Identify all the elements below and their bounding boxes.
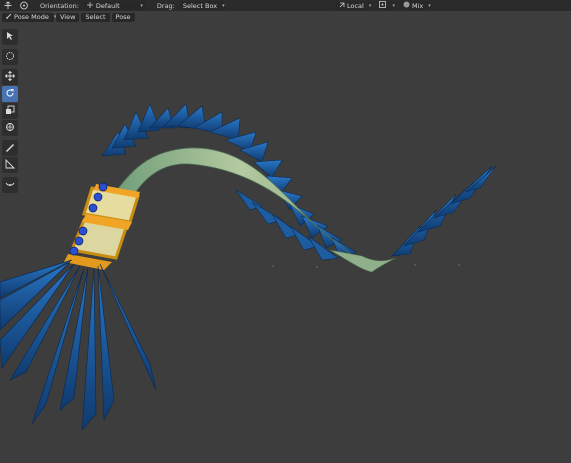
pivot-value: Local (347, 1, 364, 10)
snap-dropdown[interactable]: ▾ (377, 1, 397, 10)
tail-feathers (0, 259, 157, 432)
measure-icon (5, 158, 16, 171)
snap-icon (379, 1, 386, 10)
sub-header: Pose Mode ▾ View Select Pose (0, 12, 571, 22)
chevron-down-icon: ▾ (428, 2, 431, 9)
mix-icon (403, 1, 410, 10)
tool-rotate[interactable] (2, 86, 18, 102)
chevron-down-icon: ▾ (140, 2, 143, 9)
pivot-icon[interactable] (18, 1, 30, 10)
drag-dropdown[interactable]: Select Box ▾ (178, 1, 225, 10)
transform-orientation-icon[interactable] (2, 1, 14, 10)
menu-select[interactable]: Select (81, 12, 110, 22)
menu-view[interactable]: View (56, 12, 80, 22)
drag-label: Drag: (156, 1, 175, 10)
drag-value: Select Box (182, 1, 218, 10)
header-bar: Orientation: Default ▾ Drag: Select Box … (0, 0, 571, 11)
chevron-down-icon: ▾ (392, 2, 395, 9)
scale-icon (5, 105, 15, 117)
tool-move[interactable] (2, 69, 18, 85)
relax-icon (5, 179, 15, 191)
local-orientation-icon (339, 2, 345, 10)
tool-measure[interactable] (2, 157, 18, 173)
cursor-icon (5, 31, 15, 43)
annotate-icon (5, 142, 15, 154)
model-render (0, 103, 497, 432)
move-icon (4, 70, 16, 83)
tool-cursor[interactable] (2, 29, 18, 45)
mode-value: Pose Mode (14, 13, 49, 21)
mix-value: Mix (412, 1, 424, 10)
orientation-dropdown[interactable]: Default ▾ (82, 1, 147, 10)
orientation-label: Orientation: (40, 1, 79, 10)
pivot-dropdown[interactable]: Local ▾ (335, 1, 373, 10)
orientation-icon (86, 1, 93, 10)
menu-pose[interactable]: Pose (111, 12, 135, 22)
chevron-down-icon: ▾ (222, 2, 225, 9)
rotate-icon (5, 88, 15, 100)
pose-mode-icon (6, 13, 12, 21)
wing-feathers (391, 165, 497, 257)
tool-select-circle[interactable] (2, 49, 18, 65)
tool-annotate[interactable] (2, 140, 18, 156)
tool-relax[interactable] (2, 177, 18, 193)
tool-shelf (2, 29, 18, 193)
select-circle-icon (5, 51, 15, 63)
mix-dropdown[interactable]: Mix ▾ (401, 1, 431, 10)
tool-transform[interactable] (2, 120, 18, 136)
chevron-down-icon: ▾ (368, 2, 372, 9)
serpent-body (109, 147, 373, 269)
mode-dropdown[interactable]: Pose Mode ▾ (2, 12, 56, 22)
transform-icon (5, 122, 15, 134)
3d-viewport[interactable] (0, 22, 571, 463)
orientation-value: Default (95, 1, 120, 10)
tool-scale[interactable] (2, 103, 18, 119)
